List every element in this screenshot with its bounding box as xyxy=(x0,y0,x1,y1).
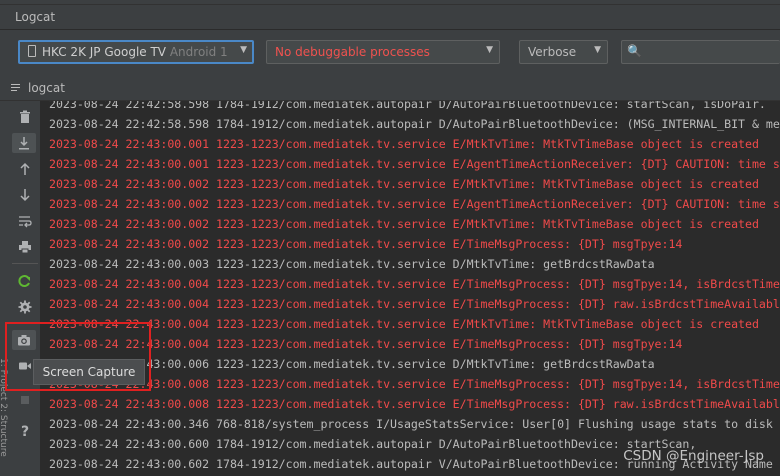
restart-icon[interactable] xyxy=(13,271,37,291)
trash-icon[interactable] xyxy=(13,107,37,127)
logcat-toolbar: HKC 2K JP Google TV Android 1 ▼ No debug… xyxy=(0,30,780,76)
chevron-down-icon: ▼ xyxy=(594,45,601,55)
search-input[interactable]: 🔍 xyxy=(621,40,780,64)
logcat-tab-bar: logcat xyxy=(0,76,780,101)
sidebar-divider xyxy=(12,263,38,264)
search-icon: 🔍 xyxy=(627,44,642,58)
tool-window-header: Logcat xyxy=(0,5,780,29)
device-os: Android 1 xyxy=(169,45,228,59)
tab-logcat[interactable]: logcat xyxy=(28,81,65,95)
scroll-to-end-icon[interactable] xyxy=(12,133,36,153)
log-line: 2023-08-24 22:43:00.346 768-818/system_p… xyxy=(49,417,773,431)
log-line: 2023-08-24 22:43:00.003 1223-1223/com.me… xyxy=(49,257,655,271)
log-line: 2023-08-24 22:43:00.004 1223-1223/com.me… xyxy=(49,317,759,331)
list-icon xyxy=(11,84,20,91)
log-line: 2023-08-24 22:43:00.002 1223-1223/com.me… xyxy=(49,177,759,191)
print-icon[interactable] xyxy=(13,237,37,257)
log-line: 2023-08-24 22:43:00.001 1223-1223/com.me… xyxy=(49,137,759,151)
log-line: 2023-08-24 22:43:00.008 1223-1223/com.me… xyxy=(49,397,780,411)
log-level-selector[interactable]: Verbose ▼ xyxy=(519,40,608,64)
camera-icon[interactable] xyxy=(12,330,36,350)
logcat-output[interactable]: 2023-08-24 22:42:58.598 1784-1912/com.me… xyxy=(40,101,780,476)
log-line: 2023-08-24 22:43:00.001 1223-1223/com.me… xyxy=(49,157,780,171)
watermark-text: CSDN @Engineer-Jsp xyxy=(623,448,764,464)
settings-gear-icon[interactable] xyxy=(13,297,37,317)
log-line: 2023-08-24 22:43:00.004 1223-1223/com.me… xyxy=(49,297,780,311)
log-line: 2023-08-24 22:43:00.008 1223-1223/com.me… xyxy=(49,377,780,391)
stop-icon[interactable] xyxy=(13,390,37,410)
log-line: 2023-08-24 22:43:00.002 1223-1223/com.me… xyxy=(49,197,780,211)
device-selector[interactable]: HKC 2K JP Google TV Android 1 ▼ xyxy=(18,40,254,64)
tool-window-title: Logcat xyxy=(15,10,56,24)
log-line: 2023-08-24 22:43:00.004 1223-1223/com.me… xyxy=(49,337,683,351)
phone-icon xyxy=(28,45,36,57)
help-icon[interactable]: ? xyxy=(13,422,37,442)
log-line: 2023-08-24 22:43:00.002 1223-1223/com.me… xyxy=(49,217,759,231)
log-line: 2023-08-24 22:43:00.004 1223-1223/com.me… xyxy=(49,277,780,291)
log-level-value: Verbose xyxy=(528,45,577,59)
arrow-down-icon[interactable] xyxy=(13,185,37,205)
process-selector[interactable]: No debuggable processes ▼ xyxy=(266,40,500,64)
chevron-down-icon: ▼ xyxy=(486,45,493,55)
chevron-down-icon: ▼ xyxy=(240,45,247,55)
device-name: HKC 2K JP Google TV xyxy=(42,45,167,59)
log-line: 2023-08-24 22:42:58.598 1784-1912/com.me… xyxy=(49,117,780,131)
process-value: No debuggable processes xyxy=(275,45,430,59)
arrow-up-icon[interactable] xyxy=(13,159,37,179)
soft-wrap-icon[interactable] xyxy=(13,211,37,231)
screen-capture-tooltip: Screen Capture xyxy=(33,359,145,385)
project-structure-strip[interactable]: 1: Project 2: Structure xyxy=(0,358,8,476)
log-line: 2023-08-24 22:43:00.002 1223-1223/com.me… xyxy=(49,237,683,251)
log-line: 2023-08-24 22:43:00.600 1784-1912/com.me… xyxy=(49,437,697,451)
log-line: 2023-08-24 22:42:58.598 1784-1912/com.me… xyxy=(49,101,766,111)
